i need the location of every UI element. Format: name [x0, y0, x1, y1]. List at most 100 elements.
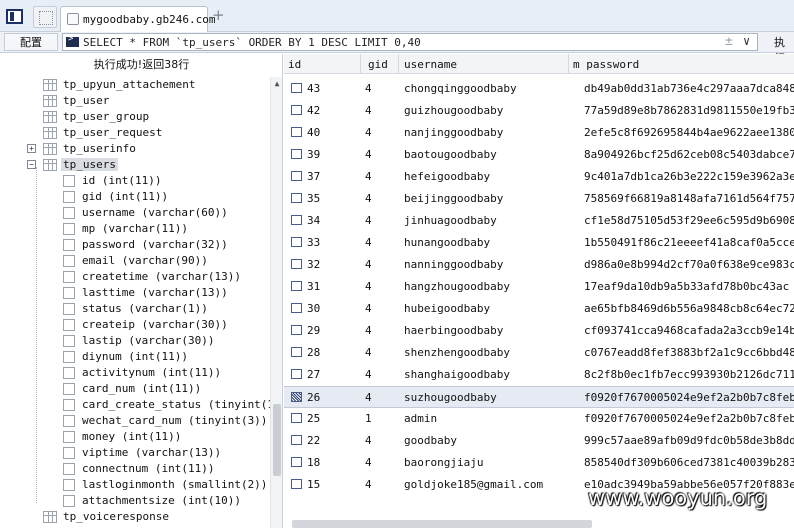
tree-table-item[interactable]: tp_voiceresponse: [0, 509, 268, 525]
table-row[interactable]: 34 4 jinhuagoodbaby cf1e58d75105d53f29ee6c5…: [284, 210, 794, 232]
tree-column-item[interactable]: status (varchar(1)): [0, 301, 268, 317]
expand-icon[interactable]: +: [27, 144, 36, 153]
cell-id[interactable]: 27: [307, 368, 320, 381]
cell-gid[interactable]: 4: [365, 236, 372, 249]
row-checkbox[interactable]: [291, 369, 302, 379]
row-checkbox[interactable]: [291, 259, 302, 269]
chevron-down-icon[interactable]: ∨: [743, 34, 750, 48]
cell-gid[interactable]: 4: [365, 456, 372, 469]
row-checkbox[interactable]: [291, 325, 302, 335]
tree-column-item[interactable]: createip (varchar(30)): [0, 317, 268, 333]
cell-username[interactable]: goldjoke185@gmail.com: [404, 478, 543, 491]
col-header-id[interactable]: id: [288, 58, 301, 71]
table-row[interactable]: 33 4 hunangoodbaby 1b550491f86c21eeeef41a8c…: [284, 232, 794, 254]
tab-site[interactable]: mygoodbaby.gb246.com: [60, 6, 215, 32]
cell-pw[interactable]: cf093741cca9468cafada2a3ccb9e14b: [584, 324, 794, 337]
collapse-icon[interactable]: −: [27, 160, 36, 169]
cell-gid[interactable]: 4: [365, 258, 372, 271]
panel-toggle-icon[interactable]: [6, 9, 23, 24]
tree-column-item[interactable]: card_num (int(11)): [0, 381, 268, 397]
col-divider[interactable]: [568, 54, 569, 74]
cell-pw[interactable]: 8c2f8b0ec1fb7ecc993930b2126dc711: [584, 368, 794, 381]
row-checkbox[interactable]: [291, 392, 302, 402]
cell-gid[interactable]: 4: [365, 324, 372, 337]
window-icon[interactable]: [33, 6, 57, 28]
tree-column-item[interactable]: lastloginmonth (smallint(2)): [0, 477, 268, 493]
cell-id[interactable]: 26: [307, 391, 320, 404]
cell-pw[interactable]: f0920f7670005024e9ef2a2b0b7c8feb: [584, 412, 794, 425]
cell-gid[interactable]: 1: [365, 412, 372, 425]
cell-id[interactable]: 40: [307, 126, 320, 139]
cell-username[interactable]: beijinggoodbaby: [404, 192, 503, 205]
cell-username[interactable]: hefeigoodbaby: [404, 170, 490, 183]
tree-column-item[interactable]: viptime (varchar(13)): [0, 445, 268, 461]
row-checkbox[interactable]: [291, 347, 302, 357]
cell-pw[interactable]: 858540df309b606ced7381c40039b283: [584, 456, 794, 469]
cell-id[interactable]: 43: [307, 82, 320, 95]
cell-pw[interactable]: 77a59d89e8b7862831d9811550e19fb3: [584, 104, 794, 117]
tree-column-item[interactable]: id (int(11)): [0, 173, 268, 189]
cell-username[interactable]: haerbingoodbaby: [404, 324, 503, 337]
cell-pw[interactable]: db49ab0dd31ab736e4c297aaa7dca848: [584, 82, 794, 95]
tree-column-item[interactable]: connectnum (int(11)): [0, 461, 268, 477]
cell-gid[interactable]: 4: [365, 82, 372, 95]
table-row[interactable]: 28 4 shenzhengoodbaby c0767eadd8fef3883bf2a…: [284, 342, 794, 364]
cell-username[interactable]: nanjinggoodbaby: [404, 126, 503, 139]
row-checkbox[interactable]: [291, 435, 302, 445]
tree-column-item[interactable]: email (varchar(90)): [0, 253, 268, 269]
table-row[interactable]: 29 4 haerbingoodbaby cf093741cca9468cafada2…: [284, 320, 794, 342]
row-checkbox[interactable]: [291, 303, 302, 313]
cell-pw[interactable]: d986a0e8b994d2cf70a0f638e9ce983c: [584, 258, 794, 271]
tree-table-item[interactable]: + tp_userinfo: [0, 141, 268, 157]
row-checkbox[interactable]: [291, 83, 302, 93]
tree-column-item[interactable]: lastip (varchar(30)): [0, 333, 268, 349]
cell-gid[interactable]: 4: [365, 214, 372, 227]
tree-column-item[interactable]: attachmentsize (int(10)): [0, 493, 268, 509]
cell-pw[interactable]: 758569f66819a8148afa7161d564f757: [584, 192, 794, 205]
tree-column-item[interactable]: createtime (varchar(13)): [0, 269, 268, 285]
cell-pw[interactable]: 17eaf9da10db9a5b33afd78b0bc43ac: [584, 280, 789, 293]
cell-gid[interactable]: 4: [365, 478, 372, 491]
cell-id[interactable]: 42: [307, 104, 320, 117]
tree-table-item[interactable]: tp_user: [0, 93, 268, 109]
row-checkbox[interactable]: [291, 413, 302, 423]
scroll-up-icon[interactable]: ▲: [271, 79, 282, 88]
table-row[interactable]: 35 4 beijinggoodbaby 758569f66819a8148afa71…: [284, 188, 794, 210]
tree-column-item[interactable]: mp (varchar(11)): [0, 221, 268, 237]
horizontal-scrollbar[interactable]: [292, 520, 592, 528]
cell-gid[interactable]: 4: [365, 434, 372, 447]
tree-column-item[interactable]: money (int(11)): [0, 429, 268, 445]
tree-scrollbar[interactable]: ▲: [270, 77, 282, 528]
tree-table-item-selected[interactable]: − tp_users: [0, 157, 268, 173]
cell-id[interactable]: 18: [307, 456, 320, 469]
table-row[interactable]: 27 4 shanghaigoodbaby 8c2f8b0ec1fb7ecc99393…: [284, 364, 794, 386]
cell-gid[interactable]: 4: [365, 391, 372, 404]
row-checkbox[interactable]: [291, 127, 302, 137]
row-checkbox[interactable]: [291, 215, 302, 225]
cell-pw[interactable]: 8a904926bcf25d62ceb08c5403dabce7: [584, 148, 794, 161]
cell-gid[interactable]: 4: [365, 368, 372, 381]
config-button[interactable]: 配置: [4, 33, 58, 51]
cell-gid[interactable]: 4: [365, 148, 372, 161]
cell-gid[interactable]: 4: [365, 346, 372, 359]
table-row[interactable]: 25 1 admin f0920f7670005024e9ef2a2b0b7c8feb: [284, 408, 794, 430]
cell-id[interactable]: 22: [307, 434, 320, 447]
cell-id[interactable]: 37: [307, 170, 320, 183]
table-row[interactable]: 32 4 nanninggoodbaby d986a0e8b994d2cf70a0f6…: [284, 254, 794, 276]
cell-pw[interactable]: 2efe5c8f692695844b4ae9622aee1380: [584, 126, 794, 139]
cell-username[interactable]: guizhougoodbaby: [404, 104, 503, 117]
cell-pw[interactable]: 9c401a7db1ca26b3e222c159e3962a3e: [584, 170, 794, 183]
table-row[interactable]: 39 4 baotougoodbaby 8a904926bcf25d62ceb08c5…: [284, 144, 794, 166]
table-row[interactable]: 43 4 chongqinggoodbaby db49ab0dd31ab736e4c2…: [284, 78, 794, 100]
tree-column-item[interactable]: username (varchar(60)): [0, 205, 268, 221]
row-checkbox[interactable]: [291, 149, 302, 159]
cell-username[interactable]: goodbaby: [404, 434, 457, 447]
table-row[interactable]: 37 4 hefeigoodbaby 9c401a7db1ca26b3e222c159…: [284, 166, 794, 188]
new-tab-button[interactable]: +: [212, 6, 225, 24]
cell-username[interactable]: baotougoodbaby: [404, 148, 497, 161]
col-divider[interactable]: [398, 54, 399, 74]
row-checkbox[interactable]: [291, 171, 302, 181]
cell-gid[interactable]: 4: [365, 104, 372, 117]
cell-gid[interactable]: 4: [365, 302, 372, 315]
cell-gid[interactable]: 4: [365, 280, 372, 293]
